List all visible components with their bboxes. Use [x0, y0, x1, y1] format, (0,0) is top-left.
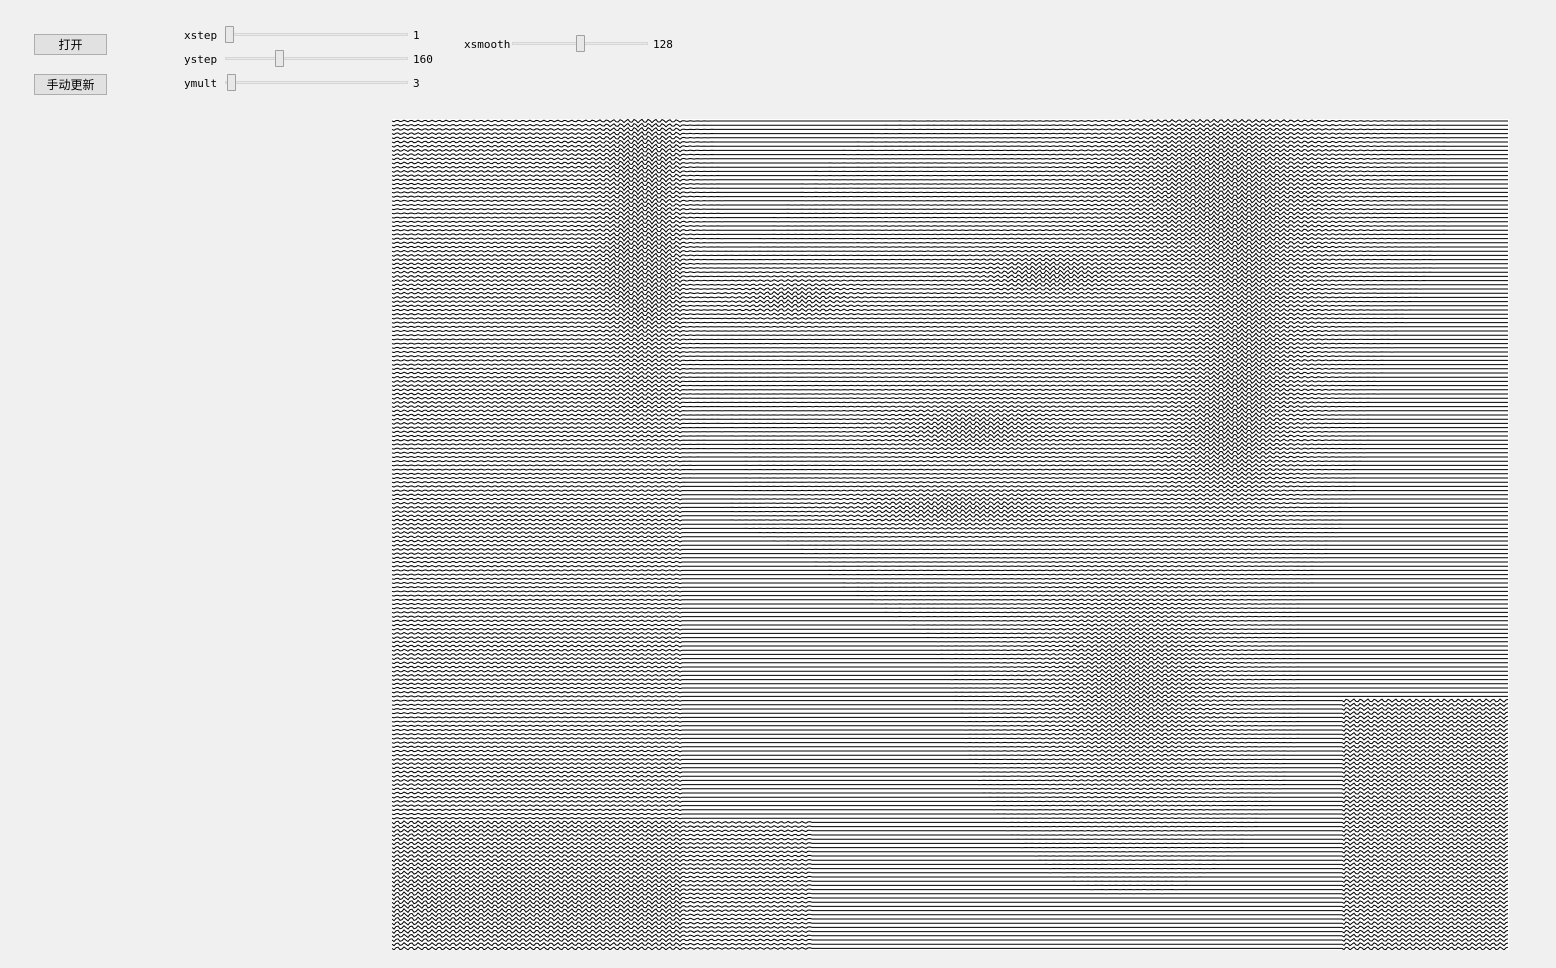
ymult-label: ymult [184, 77, 218, 90]
ystep-value: 160 [413, 53, 433, 66]
xsmooth-slider[interactable] [512, 34, 648, 54]
xsmooth-label: xsmooth [464, 38, 511, 51]
ymult-slider[interactable] [225, 73, 408, 93]
xsmooth-value: 128 [653, 38, 673, 51]
ystep-slider[interactable] [225, 49, 408, 69]
slider-groove [225, 81, 408, 84]
slider-thumb[interactable] [225, 26, 234, 43]
slider-groove [225, 57, 408, 60]
wave-line-portrait-image [392, 119, 1509, 950]
open-button[interactable]: 打开 [34, 34, 107, 55]
xstep-value: 1 [413, 29, 420, 42]
ystep-label: ystep [184, 53, 218, 66]
slider-thumb[interactable] [275, 50, 285, 67]
manual-update-button[interactable]: 手动更新 [34, 74, 107, 95]
ymult-value: 3 [413, 77, 420, 90]
xstep-slider[interactable] [225, 25, 408, 45]
slider-groove [225, 33, 408, 36]
slider-thumb[interactable] [226, 74, 236, 91]
slider-thumb[interactable] [575, 35, 585, 52]
xstep-label: xstep [184, 29, 218, 42]
